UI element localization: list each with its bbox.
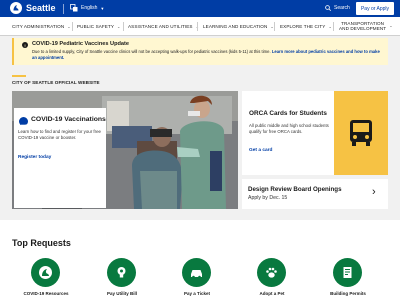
chevron-down-icon: ⌄ (67, 23, 71, 29)
top-bar: Seattle English ▼ Search Pay or Apply (0, 0, 400, 17)
request-label: COVID-19 Resources (23, 291, 69, 296)
request-label: Pay a Ticket (184, 291, 210, 296)
nav-item-label-group: TRANSPORTATION AND DEVELOPMENT (339, 21, 386, 32)
alert-title: COVID-19 Pediatric Vaccines Update (32, 41, 129, 47)
nav-item-label: CITY ADMINISTRATION (12, 23, 65, 29)
search-button[interactable]: Search (325, 5, 350, 11)
chevron-down-icon: ⌄ (328, 23, 332, 29)
orca-card-body: All public middle and high school studen… (249, 123, 329, 134)
nav-divider (72, 22, 73, 31)
register-today-link[interactable]: Register today (18, 155, 51, 160)
logo-text: Seattle (26, 3, 56, 13)
chevron-right-icon: › (372, 186, 376, 198)
chevron-down-icon: ⌄ (117, 23, 121, 29)
vaccine-icon (19, 117, 28, 127)
seattle-logo[interactable]: Seattle (10, 2, 56, 14)
main-nav: CITY ADMINISTRATION ⌄ PUBLIC SAFETY ⌄ AS… (0, 17, 400, 36)
topbar-divider (63, 4, 64, 14)
request-adopt-a-pet[interactable] (257, 258, 286, 287)
design-review-card[interactable]: Design Review Board Openings Apply by De… (242, 179, 388, 209)
nav-item-label: PUBLIC SAFETY (77, 23, 115, 29)
orca-card-title: ORCA Cards for Students (249, 110, 327, 117)
request-building-permits[interactable] (333, 258, 362, 287)
nav-item-learning-and-education[interactable]: LEARNING AND EDUCATION ⌄ (203, 17, 274, 35)
pay-or-apply-button[interactable]: Pay or Apply (356, 2, 394, 15)
nav-divider (274, 22, 275, 31)
design-review-title: Design Review Board Openings (248, 186, 342, 193)
car-icon (191, 270, 202, 279)
request-pay-a-ticket[interactable] (182, 258, 211, 287)
chevron-down-icon: ⌄ (389, 23, 393, 29)
language-selector[interactable]: English ▼ (70, 4, 104, 12)
paw-icon (266, 267, 277, 278)
seattle-logo-icon (10, 2, 22, 14)
nav-item-assistance-and-utilities[interactable]: ASSISTANCE AND UTILITIES ⌄ (128, 17, 199, 35)
nav-item-label-line2: AND DEVELOPMENT (339, 26, 387, 31)
request-label: Building Permits (330, 291, 366, 296)
alert-body: Due to a limited supply, City of Seattle… (32, 49, 384, 61)
search-icon (325, 5, 331, 11)
bus-icon (350, 120, 372, 146)
orca-icon-panel (334, 91, 388, 175)
covid-card-body: Learn how to find and register for your … (18, 129, 101, 141)
covid-vaccinations-card[interactable]: COVID-19 Vaccinations Learn how to find … (14, 108, 106, 208)
nav-item-explore-the-city[interactable]: EXPLORE THE CITY ⌄ (280, 17, 332, 35)
nav-divider (333, 22, 334, 31)
top-requests-title: Top Requests (12, 238, 71, 248)
nav-divider (197, 22, 198, 31)
design-review-subtitle: Apply by Dec. 15 (248, 195, 288, 201)
gold-accent-line (12, 75, 26, 77)
language-label: English (81, 5, 98, 11)
chevron-down-icon: ▼ (100, 5, 105, 11)
translate-icon (70, 4, 78, 12)
alert-info-icon: ! (22, 42, 28, 48)
lightbulb-icon (117, 267, 126, 278)
official-website-label: CITY OF SEATTLE OFFICIAL WEBSITE (12, 80, 100, 85)
request-label: Adopt a Pet (259, 291, 285, 296)
request-covid-resources[interactable] (31, 258, 60, 287)
covid-card-title: COVID-19 Vaccinations (31, 116, 106, 123)
nav-divider (123, 22, 124, 31)
get-a-card-link[interactable]: Get a card (249, 148, 272, 153)
alert-body-text: Due to a limited supply, City of Seattle… (32, 49, 271, 54)
spacer-band (0, 65, 400, 75)
nav-item-label: LEARNING AND EDUCATION (203, 23, 268, 29)
alert-banner: ! COVID-19 Pediatric Vaccines Update Due… (12, 38, 388, 65)
nav-item-city-administration[interactable]: CITY ADMINISTRATION ⌄ (12, 17, 71, 35)
seattle-logo-icon (39, 266, 52, 279)
request-label: Pay Utility Bill (106, 291, 137, 296)
permit-icon (343, 267, 352, 278)
nav-item-label: ASSISTANCE AND UTILITIES (128, 23, 193, 29)
nav-item-label: EXPLORE THE CITY (280, 23, 326, 29)
nav-item-public-safety[interactable]: PUBLIC SAFETY ⌄ (77, 17, 121, 35)
search-label: Search (334, 5, 350, 11)
request-pay-utility-bill[interactable] (107, 258, 136, 287)
nav-item-transportation-and-development[interactable]: TRANSPORTATION AND DEVELOPMENT ⌄ (339, 17, 393, 35)
